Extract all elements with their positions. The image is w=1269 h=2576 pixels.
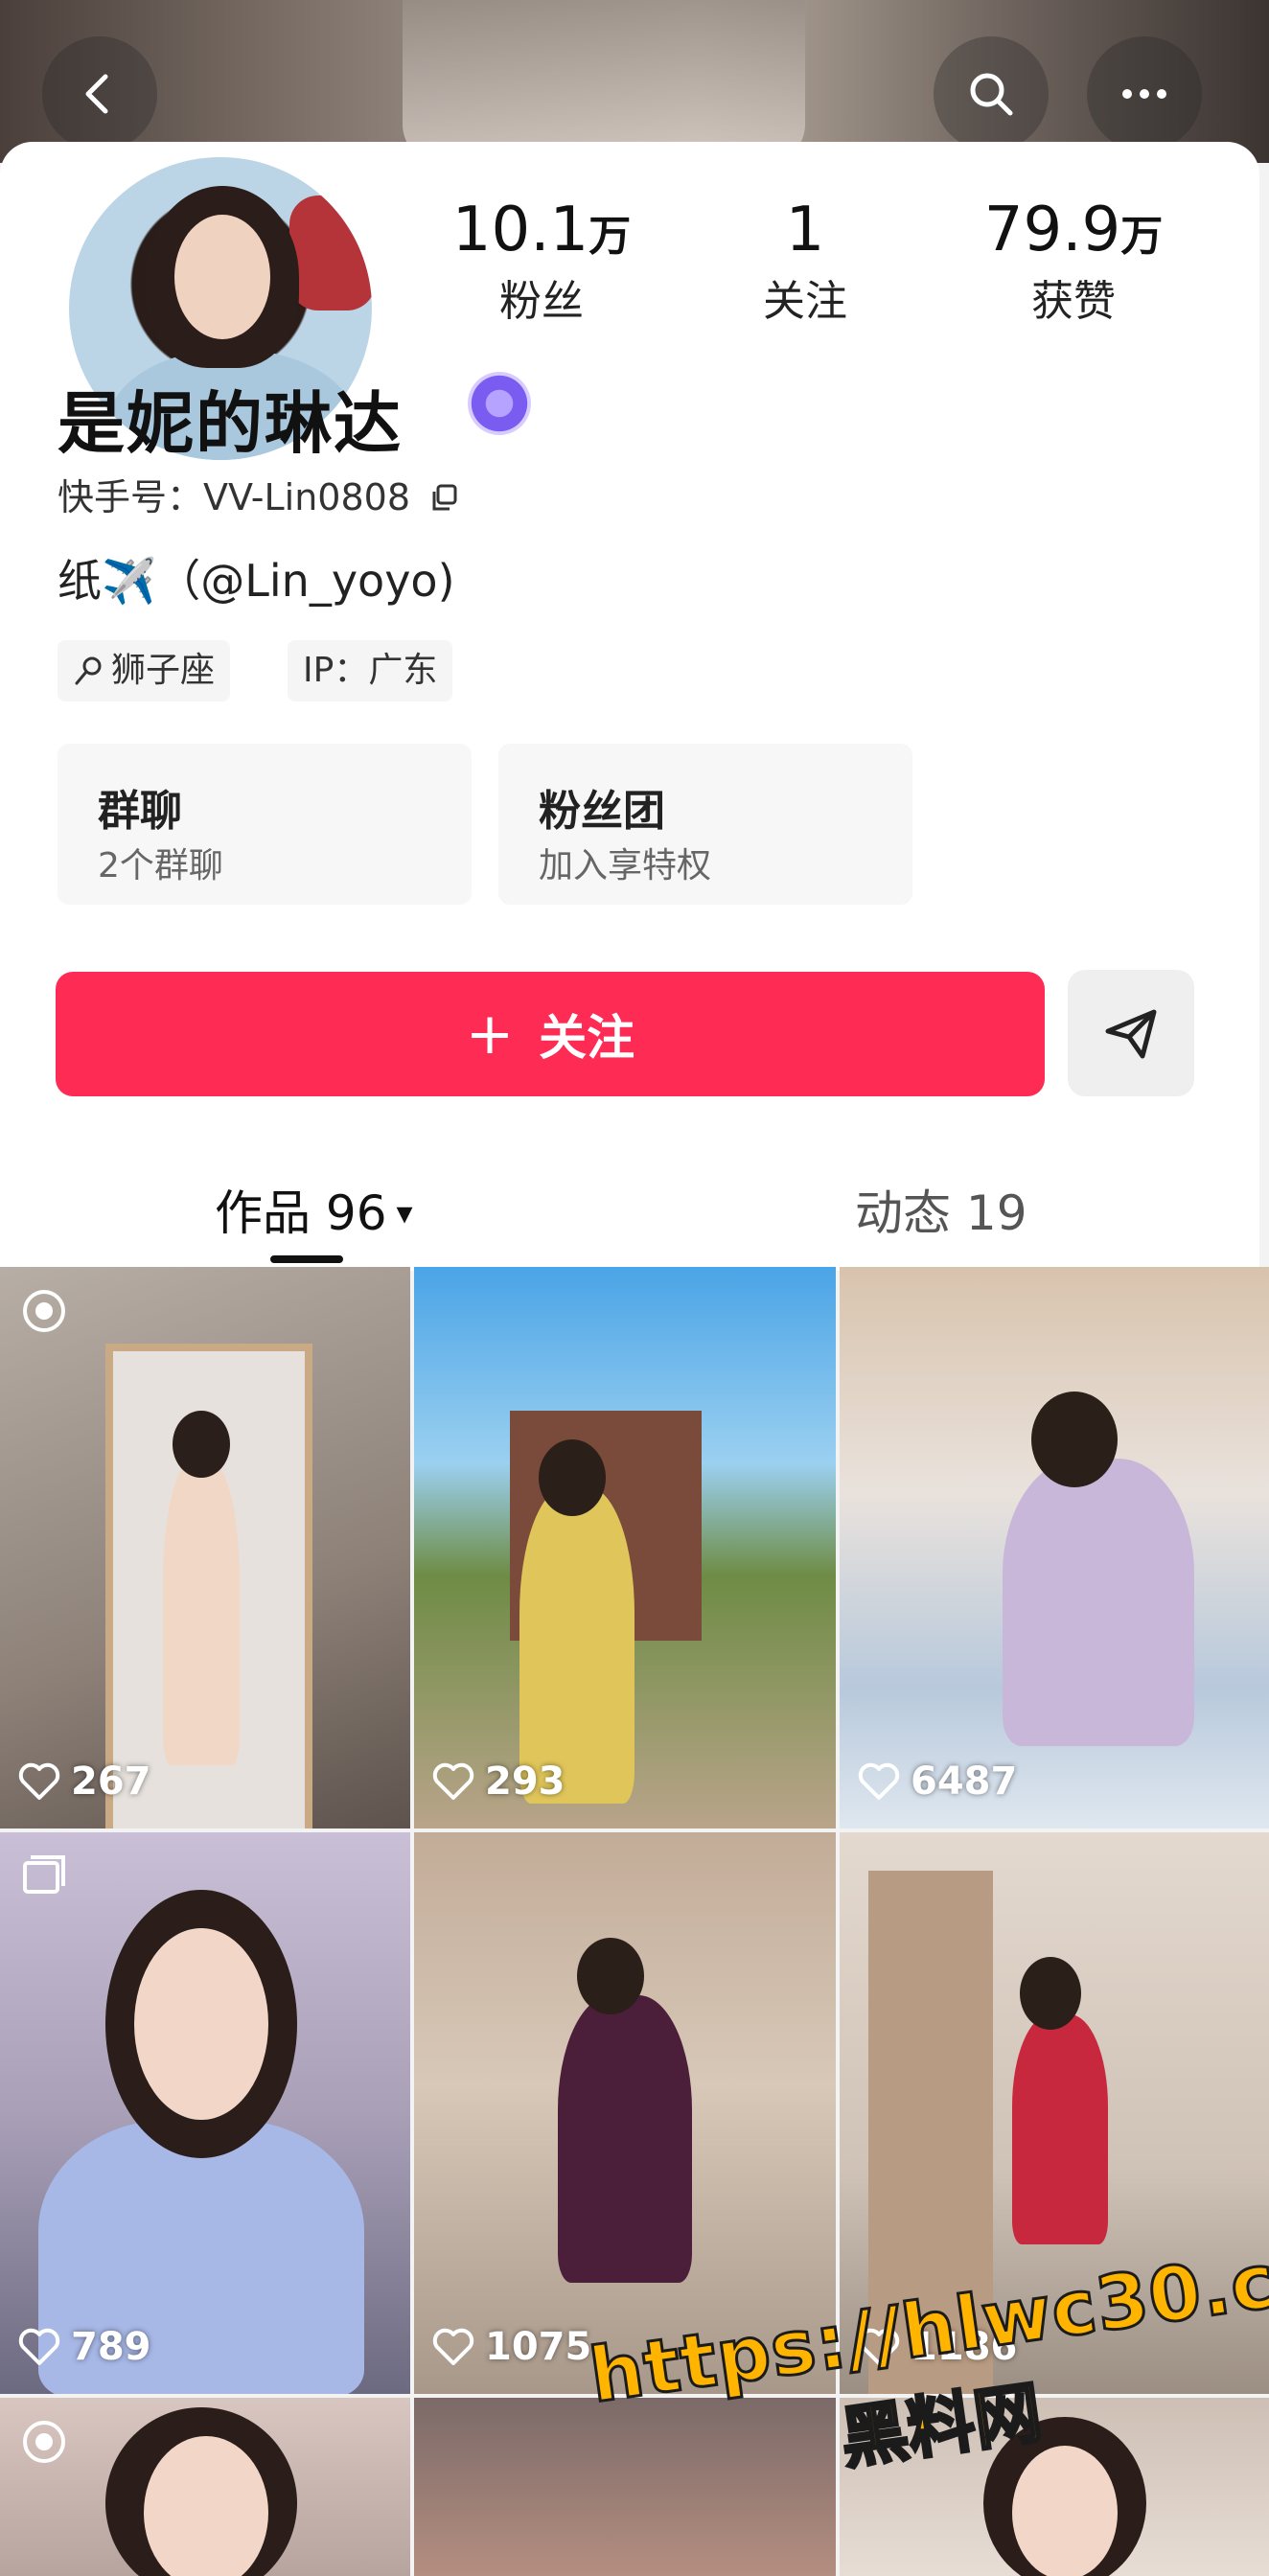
post-tile[interactable]: 789	[0, 1832, 410, 2394]
stat-label: 获赞	[1031, 277, 1116, 326]
live-icon	[23, 1290, 65, 1332]
heart-icon	[18, 2328, 60, 2365]
group-chat-box[interactable]: 群聊 2个群聊	[58, 744, 472, 905]
copy-icon[interactable]	[429, 483, 460, 514]
search-button[interactable]	[934, 36, 1049, 151]
like-count-text: 267	[71, 1760, 151, 1804]
stat-followers[interactable]: 10.1万 粉丝	[450, 192, 633, 329]
box-subtitle: 2个群聊	[98, 846, 223, 886]
profile-name: 是妮的琳达	[58, 384, 403, 463]
box-title: 群聊	[98, 787, 182, 836]
tab-works-label: 作品 96	[215, 1185, 387, 1241]
like-count: 293	[431, 1760, 565, 1804]
like-count: 267	[17, 1760, 151, 1804]
stat-unit: 万	[1120, 212, 1164, 261]
back-icon	[85, 74, 108, 114]
stat-unit: 万	[588, 212, 632, 261]
follow-button[interactable]: + 关注	[56, 972, 1045, 1096]
share-icon	[1105, 1009, 1157, 1059]
stat-label: 粉丝	[499, 277, 584, 326]
stat-likes[interactable]: 79.9万 获赞	[968, 192, 1179, 329]
gallery-icon	[23, 1855, 65, 1894]
constellation-icon	[75, 656, 102, 685]
cover-image	[403, 0, 805, 163]
tag-text: 狮子座	[111, 651, 216, 690]
tab-moments[interactable]: 动态 19	[855, 1175, 1027, 1244]
box-subtitle: 加入享特权	[539, 846, 712, 886]
kuaishou-id-text: 快手号：VV-Lin0808	[58, 476, 410, 518]
tag-ip: IP：广东	[288, 640, 453, 702]
post-tile[interactable]: 267	[0, 1267, 410, 1828]
fan-club-box[interactable]: 粉丝团 加入享特权	[498, 744, 912, 905]
live-icon	[23, 2421, 65, 2463]
verified-badge-icon[interactable]	[468, 372, 531, 435]
follow-label: 关注	[539, 1010, 635, 1066]
stat-label: 关注	[763, 277, 847, 326]
kuaishou-id: 快手号：VV-Lin0808	[58, 468, 460, 520]
heart-icon	[858, 1762, 900, 1800]
heart-icon	[432, 2328, 474, 2365]
tag-constellation[interactable]: 狮子座	[58, 640, 231, 702]
like-count-text: 1075	[485, 2325, 592, 2369]
stat-value: 10.1	[451, 195, 589, 265]
profile-bio: 纸✈️（@Lin_yoyo)	[58, 555, 455, 607]
active-tab-indicator	[270, 1255, 343, 1263]
content-tabs: 作品 96 ▾ 动态 19	[0, 1152, 1259, 1271]
stat-value: 1	[785, 195, 825, 265]
profile-card: 10.1万 粉丝 1 关注 79.9万 获赞 是妮的琳达 快手号：VV-Lin0…	[0, 142, 1259, 1271]
box-title: 粉丝团	[539, 787, 665, 836]
back-button[interactable]	[42, 36, 157, 151]
caret-down-icon: ▾	[396, 1194, 413, 1232]
post-tile[interactable]: 6487	[840, 1267, 1269, 1828]
like-count: 789	[17, 2325, 151, 2369]
heart-icon	[432, 1762, 474, 1800]
like-count: 1075	[431, 2325, 591, 2369]
post-tile[interactable]: 293	[414, 1267, 836, 1828]
post-tile[interactable]	[0, 2398, 410, 2576]
like-count-text: 293	[485, 1760, 565, 1804]
plus-icon: +	[465, 1000, 515, 1068]
more-button[interactable]	[1087, 36, 1202, 151]
like-count-text: 789	[71, 2325, 151, 2369]
profile-cover	[0, 0, 1269, 163]
search-icon	[970, 73, 1013, 116]
tag-text: IP：广东	[303, 651, 438, 690]
stat-following[interactable]: 1 关注	[738, 192, 872, 329]
more-icon	[1122, 89, 1166, 99]
share-button[interactable]	[1068, 970, 1194, 1096]
like-count: 6487	[857, 1760, 1017, 1804]
like-count-text: 6487	[911, 1760, 1018, 1804]
stat-value: 79.9	[983, 195, 1121, 265]
heart-icon	[18, 1762, 60, 1800]
tab-works[interactable]: 作品 96 ▾	[215, 1175, 413, 1244]
